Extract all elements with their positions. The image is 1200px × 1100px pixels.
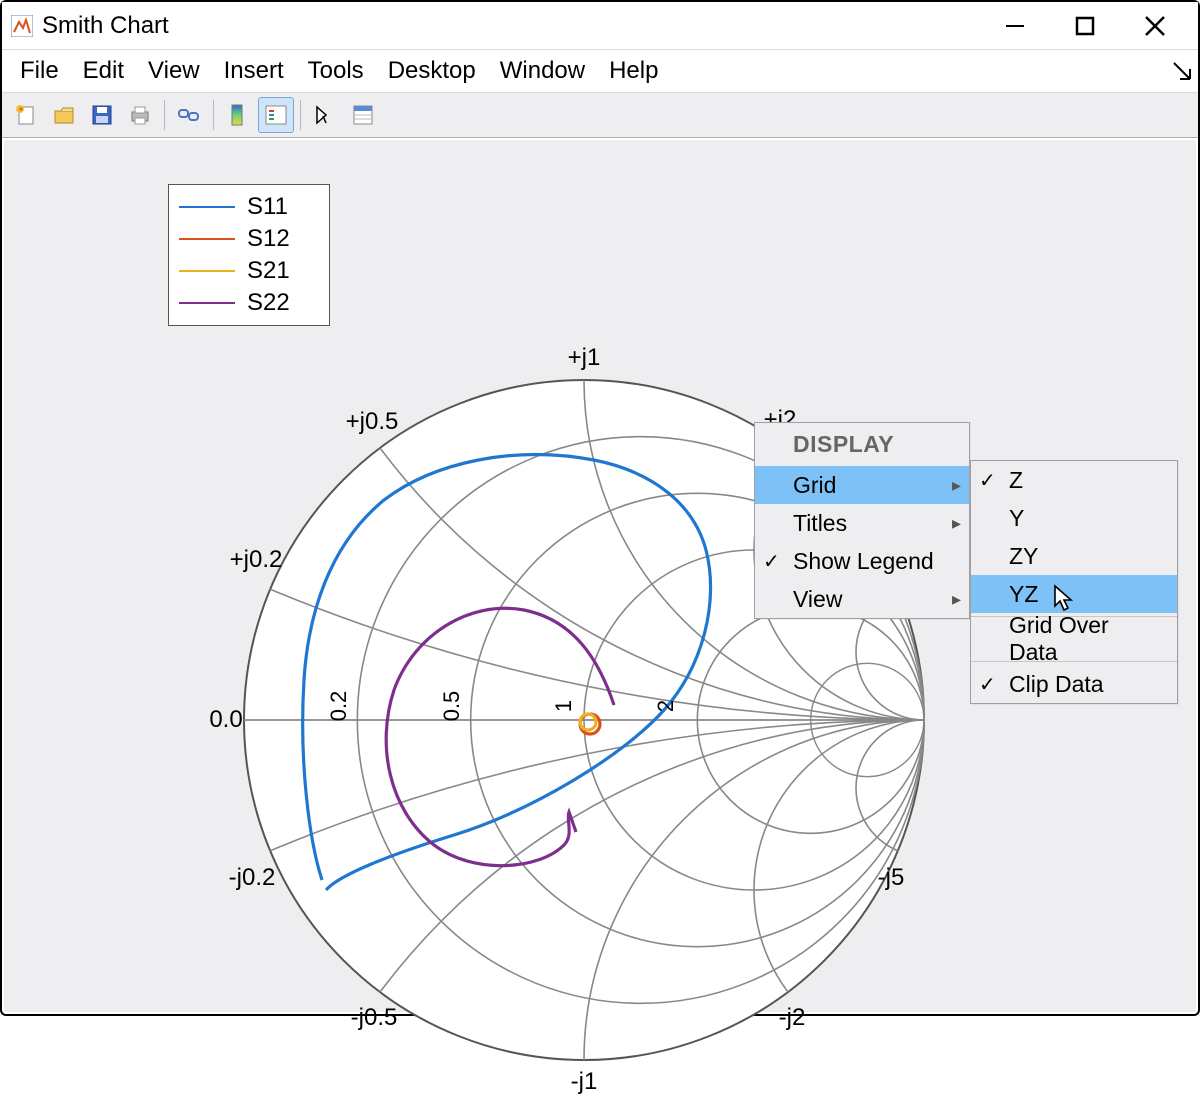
axis-label-right-lower: -j5	[878, 864, 905, 892]
print-button[interactable]	[122, 97, 158, 133]
context-menu-item-titles[interactable]: Titles ▸	[755, 504, 969, 542]
menu-file[interactable]: File	[8, 53, 71, 89]
axis-label-left: 0.0	[209, 706, 242, 734]
toolbar: ✶	[2, 92, 1198, 138]
menu-bar: File Edit View Insert Tools Desktop Wind…	[2, 50, 1198, 92]
dock-arrow-icon[interactable]	[1172, 60, 1192, 88]
legend-swatch	[179, 206, 235, 208]
legend-item-s21[interactable]: S21	[179, 255, 319, 287]
svg-text:✶: ✶	[18, 105, 25, 114]
save-button[interactable]	[84, 97, 120, 133]
title-bar: Smith Chart	[2, 2, 1198, 50]
legend-item-s12[interactable]: S12	[179, 223, 319, 255]
context-menu-item-grid[interactable]: Grid ▸	[755, 466, 969, 504]
context-menu-label: View	[793, 586, 842, 613]
legend-swatch	[179, 302, 235, 304]
legend-swatch	[179, 238, 235, 240]
menu-edit[interactable]: Edit	[71, 53, 136, 89]
legend-label: S22	[247, 289, 290, 317]
legend-label: S21	[247, 257, 290, 285]
submenu-label: Y	[1009, 505, 1024, 532]
submenu-label: YZ	[1009, 581, 1038, 608]
radial-label-1: 1	[551, 700, 577, 712]
close-button[interactable]	[1120, 2, 1190, 50]
context-submenu-grid: ✓ Z Y ZY YZ Grid Over Data ✓ Clip Data	[970, 460, 1178, 704]
radial-label-05: 0.5	[439, 691, 465, 722]
legend-label: S12	[247, 225, 290, 253]
context-menu-label: Show Legend	[793, 548, 934, 575]
radial-label-2: 2	[653, 700, 679, 712]
window-title: Smith Chart	[42, 12, 169, 40]
menu-view[interactable]: View	[136, 53, 212, 89]
axis-label-top: +j1	[568, 344, 601, 372]
context-menu-item-show-legend[interactable]: ✓ Show Legend	[755, 542, 969, 580]
submenu-item-grid-over-data[interactable]: Grid Over Data	[971, 620, 1177, 658]
menu-desktop[interactable]: Desktop	[376, 53, 488, 89]
legend-item-s22[interactable]: S22	[179, 287, 319, 319]
minimize-button[interactable]	[980, 2, 1050, 50]
legend-swatch	[179, 270, 235, 272]
submenu-label: ZY	[1009, 543, 1038, 570]
chevron-right-icon: ▸	[952, 589, 961, 610]
radial-label-02: 0.2	[326, 691, 352, 722]
context-menu-label: Grid	[793, 472, 836, 499]
axis-label-bot-left: -j0.5	[351, 1004, 398, 1032]
maximize-button[interactable]	[1050, 2, 1120, 50]
menu-window[interactable]: Window	[488, 53, 597, 89]
submenu-item-yz[interactable]: YZ	[971, 575, 1177, 613]
submenu-label: Clip Data	[1009, 671, 1104, 698]
chevron-right-icon: ▸	[952, 475, 961, 496]
axis-label-bot: -j1	[571, 1068, 598, 1096]
context-menu-display: DISPLAY Grid ▸ Titles ▸ ✓ Show Legend Vi…	[754, 422, 970, 619]
menu-insert[interactable]: Insert	[212, 53, 296, 89]
legend-label: S11	[247, 193, 288, 221]
menu-help[interactable]: Help	[597, 53, 670, 89]
check-icon: ✓	[979, 468, 996, 493]
axis-label-left-upper: +j0.2	[230, 546, 283, 574]
legend-toggle-button[interactable]	[258, 97, 294, 133]
context-menu-header: DISPLAY	[755, 423, 969, 466]
link-plot-button[interactable]	[171, 97, 207, 133]
open-button[interactable]	[46, 97, 82, 133]
menu-tools[interactable]: Tools	[296, 53, 376, 89]
check-icon: ✓	[763, 549, 780, 574]
context-menu-label: Titles	[793, 510, 847, 537]
submenu-item-z[interactable]: ✓ Z	[971, 461, 1177, 499]
axis-label-left-lower: -j0.2	[229, 864, 276, 892]
property-inspector-button[interactable]	[345, 97, 381, 133]
legend[interactable]: S11 S12 S21 S22	[168, 184, 330, 326]
edit-plot-button[interactable]	[307, 97, 343, 133]
submenu-item-y[interactable]: Y	[971, 499, 1177, 537]
chevron-right-icon: ▸	[952, 513, 961, 534]
submenu-label: Grid Over Data	[1009, 612, 1155, 666]
matlab-icon	[10, 14, 34, 38]
new-figure-button[interactable]: ✶	[8, 97, 44, 133]
colorbar-button[interactable]	[220, 97, 256, 133]
check-icon: ✓	[979, 672, 996, 697]
submenu-item-zy[interactable]: ZY	[971, 537, 1177, 575]
context-menu-item-view[interactable]: View ▸	[755, 580, 969, 618]
axis-label-bot-right: -j2	[779, 1004, 806, 1032]
axis-label-top-left: +j0.5	[346, 408, 399, 436]
legend-item-s11[interactable]: S11	[179, 191, 319, 223]
submenu-label: Z	[1009, 467, 1023, 494]
submenu-item-clip-data[interactable]: ✓ Clip Data	[971, 665, 1177, 703]
